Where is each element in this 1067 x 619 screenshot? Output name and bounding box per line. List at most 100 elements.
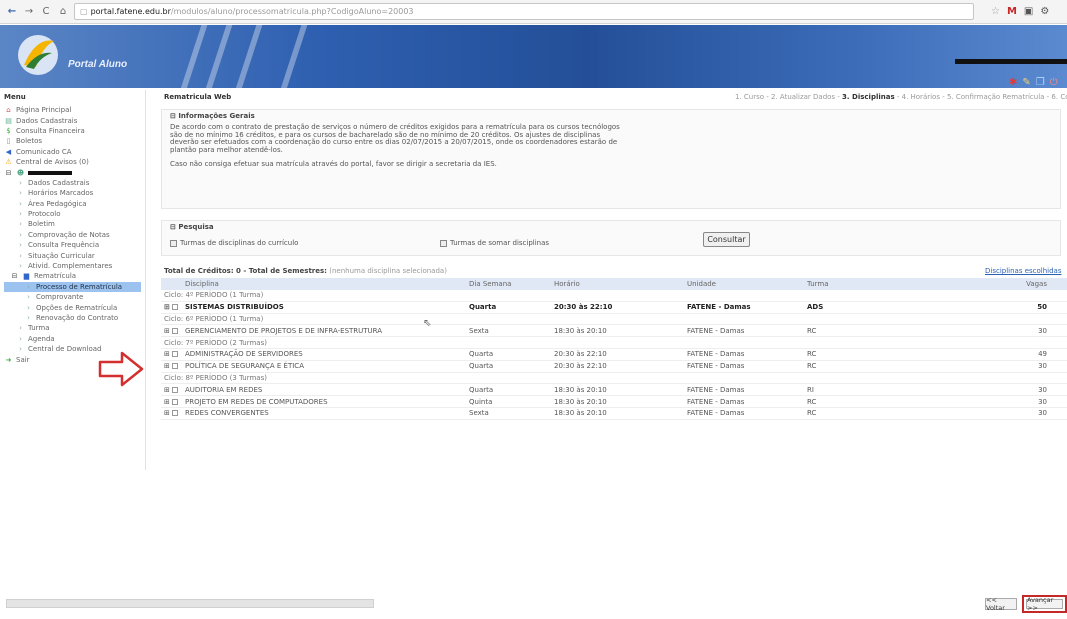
checkbox-somar[interactable]: Turmas de somar disciplinas	[440, 239, 549, 247]
sidebar-subitem[interactable]: › Protocolo	[4, 209, 141, 219]
expand-icon[interactable]: ⊞	[164, 327, 170, 335]
bullet-icon: ›	[19, 199, 22, 208]
table-row[interactable]: ⊞ AUDITORIA EM REDES Quarta 18:30 às 20:…	[161, 384, 1067, 397]
sidebar-subitem[interactable]: › Área Pedagógica	[4, 199, 141, 209]
column-header[interactable]: Vagas	[955, 280, 1067, 288]
sidebar-item-academico[interactable]: ⊟ ☻	[4, 167, 141, 177]
extension-icon[interactable]: ▣	[1024, 6, 1033, 17]
window-icon[interactable]: ❐	[1036, 77, 1045, 88]
avancar-button[interactable]: Avançar >>	[1026, 596, 1063, 612]
column-header[interactable]: Dia Semana	[469, 280, 554, 288]
disciplinas-table: Disciplina Dia Semana Horário Unidade Tu…	[161, 278, 1067, 420]
bullet-icon: ›	[27, 314, 30, 322]
settings-icon[interactable]: ⚙	[1040, 6, 1049, 17]
bullet-icon: ›	[27, 303, 30, 312]
expand-icon[interactable]: ⊞	[164, 303, 170, 311]
disciplinas-escolhidas-link[interactable]: Disciplinas escolhidas	[985, 267, 1062, 275]
mouse-cursor-icon: ⇖	[423, 318, 432, 329]
sidebar-item-rematricula[interactable]: ⊟ ▆ Rematrícula	[4, 271, 141, 281]
sidebar-item-dados-cadastrais[interactable]: ▤ Dados Cadastrais	[4, 115, 141, 125]
bullet-icon: ›	[19, 210, 22, 219]
expand-icon[interactable]: ⊞	[164, 398, 170, 406]
forward-arrow-icon[interactable]: →	[23, 6, 35, 17]
banner-stripe	[275, 25, 311, 88]
row-checkbox[interactable]	[171, 363, 178, 370]
sidebar-item-agenda[interactable]: › Agenda	[4, 334, 141, 344]
column-header[interactable]: Horário	[554, 280, 687, 288]
sidebar-subitem[interactable]: › Dados Cadastrais	[4, 178, 141, 188]
expand-icon[interactable]: ⊞	[164, 409, 170, 417]
back-arrow-icon[interactable]: ←	[6, 6, 18, 17]
group-header[interactable]: Ciclo: 8º PERÍODO (3 Turmas)	[161, 373, 1067, 385]
home-icon[interactable]: ⌂	[57, 6, 69, 17]
current-step: 3. Disciplinas	[842, 93, 895, 101]
expand-icon[interactable]: ⊞	[164, 362, 170, 370]
table-row[interactable]: ⊞ POLÍTICA DE SEGURANÇA E ÉTICA Quarta 2…	[161, 361, 1067, 373]
column-header[interactable]: Disciplina	[181, 280, 469, 288]
sidebar-item-opcoes-rematricula[interactable]: › Opções de Rematrícula	[4, 302, 141, 312]
sidebar-subitem[interactable]: › Consulta Frequência	[4, 240, 141, 250]
sidebar-item-comprovante[interactable]: › Comprovante	[4, 292, 141, 302]
reload-icon[interactable]: C	[40, 6, 52, 17]
sidebar-item-turma[interactable]: › Turma	[4, 323, 141, 333]
table-row[interactable]: ⊞ GERENCIAMENTO DE PROJETOS E DE INFRA-E…	[161, 325, 1067, 338]
search-panel: ⊟ Pesquisa Turmas de disciplinas do curr…	[161, 220, 1061, 256]
sidebar-item-consulta-financeira[interactable]: $ Consulta Financeira	[4, 126, 141, 136]
sidebar-subitem[interactable]: › Ativid. Complementares	[4, 261, 141, 271]
sidebar-item-processo-rematricula[interactable]: › Processo de Rematrícula	[4, 281, 141, 293]
redacted-bar	[955, 59, 1067, 64]
bullet-icon: ›	[19, 262, 22, 271]
table-row[interactable]: ⊞ REDES CONVERGENTES Sexta 18:30 às 20:1…	[161, 408, 1067, 420]
row-checkbox[interactable]	[171, 386, 178, 393]
user-icon[interactable]: ✱	[1009, 77, 1017, 88]
sidebar-subitem[interactable]: › Comprovação de Notas	[4, 230, 141, 240]
portal-title: Portal Aluno	[68, 59, 128, 70]
row-checkbox[interactable]	[171, 327, 178, 334]
address-bar[interactable]: ▢ portal.fatene.edu.br /modulos/aluno/pr…	[74, 3, 974, 20]
megaphone-icon: ◀	[5, 147, 12, 156]
info-legend[interactable]: ⊟ Informações Gerais	[170, 112, 1052, 120]
sidebar-item-central-avisos[interactable]: ⚠ Central de Avisos (0)	[4, 157, 141, 167]
table-row[interactable]: ⊞ PROJETO EM REDES DE COMPUTADORES Quint…	[161, 396, 1067, 408]
column-header[interactable]: Unidade	[687, 280, 807, 288]
group-header[interactable]: Ciclo: 7º PERÍODO (2 Turmas)	[161, 337, 1067, 349]
bullet-icon: ›	[19, 230, 22, 239]
expand-icon[interactable]: ⊞	[164, 386, 170, 394]
voltar-button[interactable]: << Voltar	[985, 596, 1017, 612]
bookmark-star-icon[interactable]: ☆	[991, 6, 1000, 17]
sidebar-item-boletos[interactable]: ▯ Boletos	[4, 136, 141, 146]
gmail-icon[interactable]: M	[1007, 6, 1017, 17]
sidebar-subitem[interactable]: › Horários Marcados	[4, 188, 141, 198]
row-checkbox[interactable]	[171, 351, 178, 358]
row-checkbox[interactable]	[171, 410, 178, 417]
sidebar-menu: Menu ⌂ Página Principal ▤ Dados Cadastrais…	[0, 90, 146, 470]
search-legend[interactable]: ⊟ Pesquisa	[170, 223, 1052, 231]
checkbox[interactable]	[440, 239, 447, 247]
bullet-icon: ›	[27, 282, 30, 291]
edit-icon[interactable]: ✎	[1022, 77, 1030, 88]
group-header[interactable]: Ciclo: 6º PERÍODO (1 Turma)	[161, 314, 1067, 326]
exit-icon[interactable]: ⏻	[1050, 77, 1058, 88]
checkbox[interactable]	[170, 239, 177, 247]
column-header[interactable]: Turma	[807, 280, 955, 288]
exit-icon: ➜	[5, 355, 12, 364]
sidebar-item-comunicado[interactable]: ◀ Comunicado CA	[4, 147, 141, 157]
sidebar-subitem[interactable]: › Situação Curricular	[4, 250, 141, 260]
sidebar-item-pagina-principal[interactable]: ⌂ Página Principal	[4, 105, 141, 115]
sidebar-item-renovacao-contrato[interactable]: › Renovação do Contrato	[4, 313, 141, 323]
document-icon: ▯	[6, 137, 11, 146]
table-row[interactable]: ⊞ ADMINISTRAÇÃO DE SERVIDORES Quarta 20:…	[161, 349, 1067, 361]
status-bar	[6, 599, 374, 608]
checkbox-curriculo[interactable]: Turmas de disciplinas do currículo	[170, 239, 298, 247]
expand-icon[interactable]: ⊞	[164, 350, 170, 358]
sidebar-subitem[interactable]: › Boletim	[4, 219, 141, 229]
bullet-icon: ›	[19, 334, 22, 343]
portal-logo	[18, 35, 58, 75]
group-header[interactable]: Ciclo: 4º PERÍODO (1 Turma)	[161, 290, 1067, 302]
info-text: De acordo com o contrato de prestação de…	[170, 123, 620, 168]
row-checkbox[interactable]	[171, 304, 178, 311]
row-checkbox[interactable]	[171, 398, 178, 405]
table-row[interactable]: ⊞ SISTEMAS DISTRIBUÍDOS Quarta 20:30 às …	[161, 302, 1067, 314]
consultar-button[interactable]: Consultar	[703, 232, 750, 247]
main-content: Rematricula Web 1. Curso - 2. Atualizar …	[155, 90, 1067, 490]
